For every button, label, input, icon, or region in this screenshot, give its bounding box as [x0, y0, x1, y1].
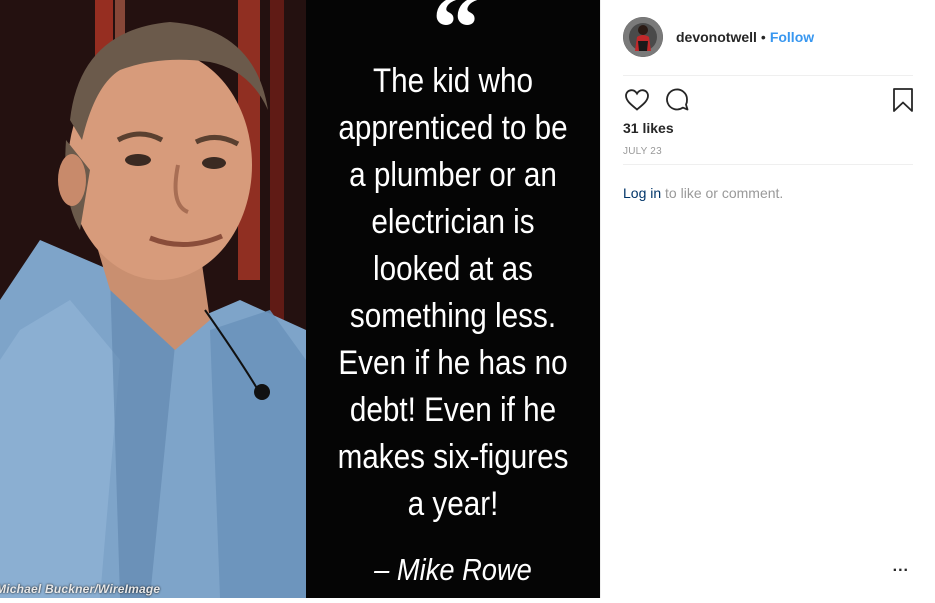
quote-area: “ The kid who apprenticed to be a plumbe… [306, 0, 600, 598]
post-side-panel: devonotwell • Follow 31 likes JULY 23 Lo… [600, 0, 935, 598]
post-header: devonotwell • Follow [623, 16, 814, 58]
quote-line: The kid who [373, 62, 533, 100]
more-options-button[interactable]: ... [893, 558, 909, 576]
quote-line: something less. [349, 297, 557, 335]
post-image[interactable]: Michael Buckner/WireImage “ The kid who … [0, 0, 600, 598]
follow-button[interactable]: Follow [770, 29, 814, 45]
login-suffix: to like or comment. [661, 185, 784, 201]
quote-line: apprenticed to be [338, 109, 568, 147]
quote-line: a plumber or an [349, 156, 557, 194]
quote-text: The kid who apprenticed to be a plumber … [300, 58, 600, 528]
quote-line: Even if he has no [338, 344, 568, 382]
quote-line: looked at as [372, 250, 533, 288]
instagram-post: Michael Buckner/WireImage “ The kid who … [0, 0, 935, 603]
bookmark-icon[interactable] [889, 86, 917, 114]
username-link[interactable]: devonotwell [676, 29, 757, 45]
quote-line: debt! Even if he [349, 391, 557, 429]
login-prompt: Log in to like or comment. [623, 185, 783, 201]
photo-credit: Michael Buckner/WireImage [0, 582, 161, 596]
quote-line: electrician is [371, 203, 535, 241]
quote-line: a year! [407, 485, 499, 523]
avatar[interactable] [623, 17, 663, 57]
comment-bubble-icon[interactable] [663, 86, 691, 114]
profile-photo-icon [623, 17, 663, 57]
separator-dot: • [760, 29, 766, 45]
likes-count[interactable]: 31 likes [623, 120, 674, 136]
date-divider [623, 164, 913, 165]
login-link[interactable]: Log in [623, 185, 661, 201]
action-bar [623, 86, 913, 114]
portrait-illustration [0, 0, 306, 598]
heart-icon[interactable] [623, 86, 651, 114]
quote-author: – Mike Rowe [374, 552, 532, 587]
portrait-photo: Michael Buckner/WireImage [0, 0, 306, 598]
quote-line: makes six-figures [337, 438, 569, 476]
header-divider [623, 75, 913, 76]
post-date[interactable]: JULY 23 [623, 146, 662, 157]
